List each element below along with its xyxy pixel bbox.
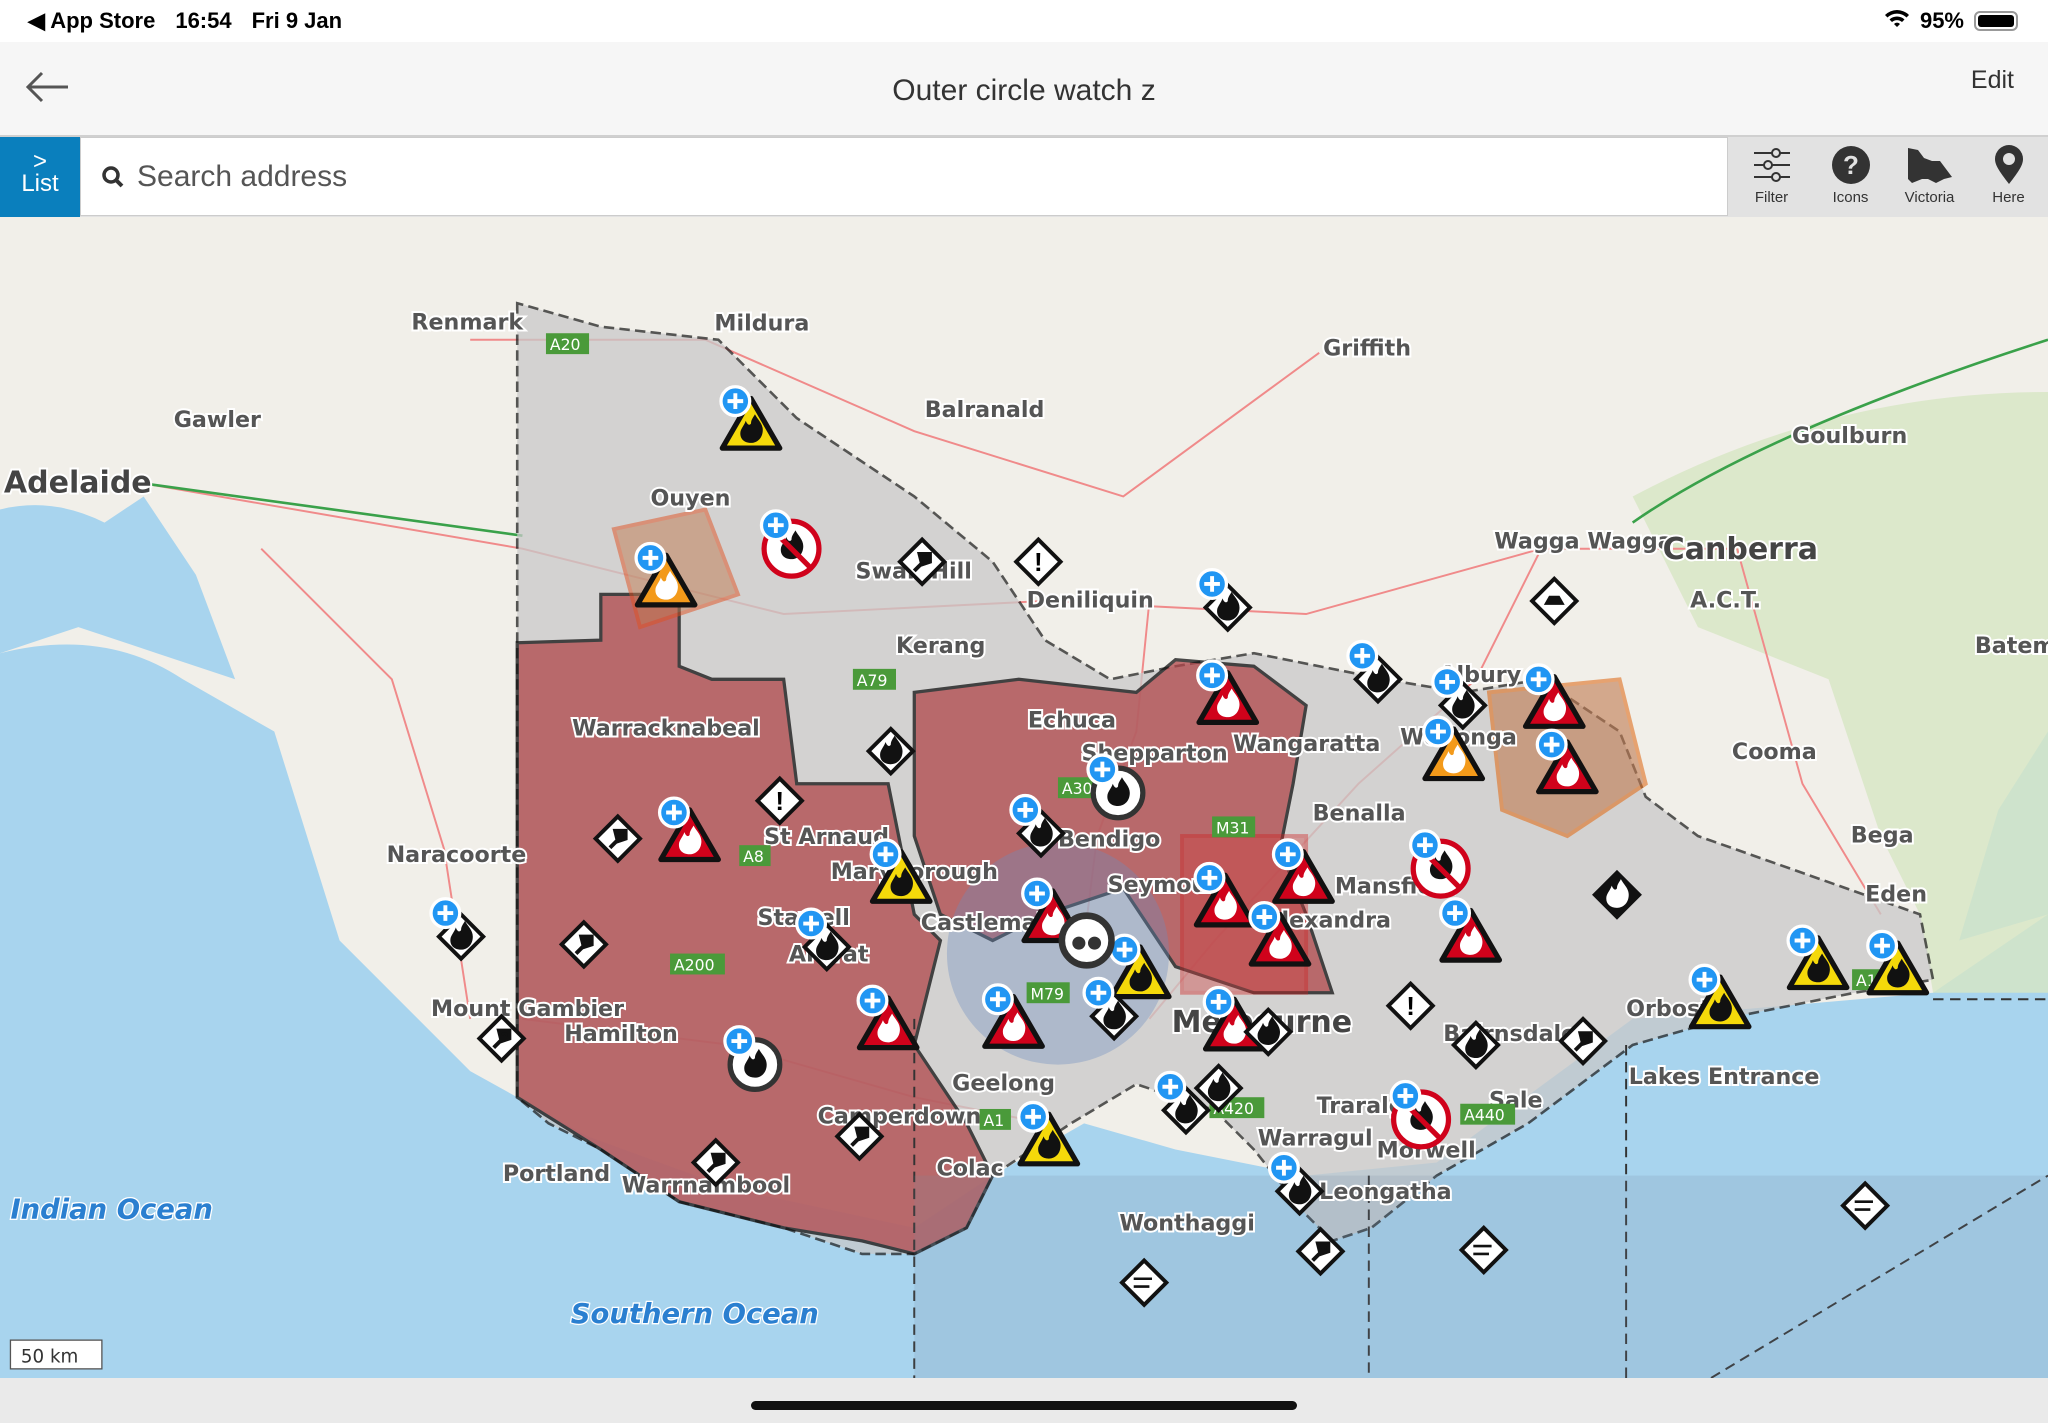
search-icon: [101, 165, 125, 189]
place-label: Eden: [1865, 881, 1927, 907]
place-label: Mount Gambier: [431, 996, 624, 1022]
battery-percent: 95%: [1920, 8, 1964, 34]
place-label: Warracknabeal: [572, 715, 760, 741]
road-shield: A200: [670, 954, 725, 975]
place-label: St Arnaud: [764, 824, 889, 850]
road-shield-label: A20: [550, 335, 581, 354]
place-label: Mildura: [714, 311, 809, 337]
road-shield: M79: [1027, 982, 1070, 1003]
status-time: 16:54: [175, 8, 231, 34]
road-shield-label: M31: [1216, 818, 1249, 837]
home-indicator-bar: [0, 1378, 2048, 1423]
victoria-button[interactable]: Victoria: [1892, 137, 1968, 217]
search-input[interactable]: Search address: [80, 137, 1728, 216]
filter-label: Filter: [1755, 189, 1788, 206]
road-shield-label: A8: [743, 847, 764, 866]
road-shield-label: M79: [1031, 984, 1064, 1003]
place-label: Deniliquin: [1027, 587, 1154, 613]
place-label: Camperdown: [818, 1103, 982, 1129]
place-label: Colac: [936, 1156, 1003, 1182]
status-bar: ◀ App Store 16:54 Fri 9 Jan 95%: [0, 0, 2048, 42]
place-label: Echuca: [1028, 708, 1116, 734]
road-shield: A20: [546, 333, 589, 354]
place-label: Canberra: [1663, 532, 1818, 567]
road-shield: A79: [853, 669, 896, 690]
wifi-icon: [1884, 8, 1910, 34]
place-label: Leongatha: [1319, 1179, 1451, 1205]
map-canvas[interactable]: Renmark Mildura Griffith Gawler Balranald Gou…: [0, 217, 2048, 1378]
icons-label: Icons: [1833, 189, 1869, 206]
home-indicator[interactable]: [751, 1401, 1297, 1410]
road-shield: A440: [1460, 1104, 1515, 1125]
svg-text:?: ?: [1843, 150, 1859, 180]
status-date: Fri 9 Jan: [252, 8, 342, 34]
place-label: Griffith: [1323, 335, 1411, 361]
place-label: Cooma: [1732, 739, 1817, 765]
road-shield-label: A200: [674, 956, 715, 975]
filter-button[interactable]: Filter: [1734, 137, 1810, 217]
place-label: Warragul: [1258, 1126, 1373, 1152]
question-icon: ?: [1831, 145, 1871, 185]
scale-bar: 50 km: [10, 1340, 101, 1369]
here-button[interactable]: Here: [1971, 137, 2047, 217]
place-label: Gawler: [174, 407, 261, 433]
svg-text:!: !: [775, 786, 784, 816]
place-label: Lakes Entrance: [1629, 1064, 1820, 1090]
ocean-label: Indian Ocean: [10, 1195, 212, 1226]
place-label: Hamilton: [564, 1021, 678, 1047]
icons-button[interactable]: ? Icons: [1813, 137, 1889, 217]
ocean-label: Southern Ocean: [571, 1299, 819, 1330]
place-label: Geelong: [952, 1071, 1055, 1097]
place-label: Adelaide: [4, 466, 152, 501]
list-label: List: [0, 173, 80, 195]
sliders-icon: [1752, 145, 1792, 185]
here-label: Here: [1992, 189, 2025, 206]
binoculars-icon[interactable]: [1062, 916, 1112, 966]
road-shield: A8: [739, 845, 770, 866]
place-label: Portland: [503, 1161, 610, 1187]
place-label: Ouyen: [650, 486, 730, 512]
edit-button[interactable]: Edit: [1971, 66, 2014, 95]
place-label: Naracoorte: [387, 842, 527, 868]
svg-text:!: !: [1034, 547, 1043, 577]
place-label: Wagga Wagga: [1494, 529, 1673, 555]
victoria-label: Victoria: [1905, 189, 1955, 206]
road-shield: M31: [1212, 816, 1255, 837]
place-label: Bendigo: [1058, 826, 1160, 852]
road-shield-label: A1: [984, 1111, 1005, 1130]
location-pin-icon: [1989, 145, 2029, 185]
victoria-state-icon: [1905, 145, 1955, 185]
place-label: Wangaratta: [1233, 731, 1380, 757]
back-to-app-store[interactable]: ◀ App Store: [28, 8, 155, 34]
battery-icon: [1974, 11, 2018, 31]
nav-bar: Outer circle watch z Edit: [0, 42, 2048, 137]
road-shield: A1: [980, 1109, 1011, 1130]
place-label: A.C.T.: [1690, 587, 1761, 613]
search-placeholder: Search address: [137, 160, 347, 194]
place-label: Goulburn: [1792, 423, 1907, 449]
place-label: Wonthaggi: [1119, 1210, 1254, 1236]
scale-label: 50 km: [21, 1346, 78, 1367]
place-label: Benalla: [1313, 800, 1406, 826]
place-label: Renmark: [411, 309, 524, 335]
map-toolbar: >List Search address Filter ? Icons Victo…: [0, 137, 2048, 217]
list-button[interactable]: >List: [0, 137, 80, 217]
svg-text:!: !: [1406, 991, 1415, 1021]
road-shield-label: A440: [1464, 1106, 1505, 1125]
road-shield-label: A79: [857, 671, 888, 690]
page-title: Outer circle watch z: [0, 74, 2048, 108]
place-label: Bega: [1851, 823, 1914, 849]
place-label: Kerang: [896, 633, 985, 659]
place-label: Batemans: [1975, 633, 2048, 659]
place-label: Balranald: [925, 397, 1045, 423]
